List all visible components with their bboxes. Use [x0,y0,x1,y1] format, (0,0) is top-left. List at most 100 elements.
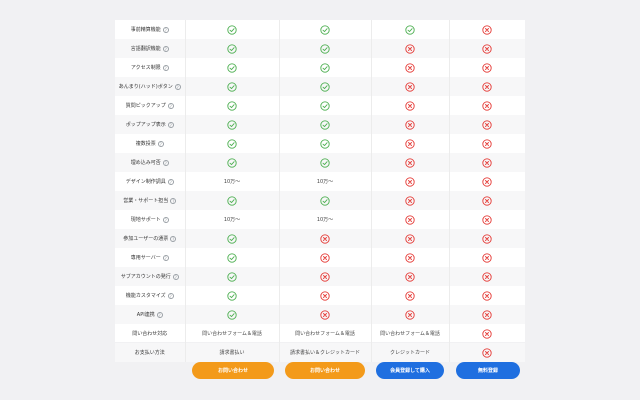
plan-cell [279,286,372,305]
free-signup-button[interactable]: 無料登録 [456,362,520,379]
feature-cell: アクセス制限? [115,58,186,77]
check-icon [227,119,237,130]
check-icon [227,271,237,282]
plan-cell: 10万〜 [279,210,372,229]
plan-cell [449,58,525,77]
check-icon [320,43,330,54]
feature-name: あんまり(ハッド)ボタン? [119,83,181,90]
table-row: 事前精算機能? [115,20,525,39]
cross-icon [482,138,492,149]
help-icon[interactable]: ? [157,140,164,147]
plan-cell [185,134,280,153]
feature-name: 埋め込み可否? [131,159,169,166]
contact-button[interactable]: お問い合わせ [192,362,274,379]
plan-cell [371,77,450,96]
help-icon[interactable]: ? [167,292,174,299]
feature-name: サブアカウントの発行? [121,273,179,280]
help-icon[interactable]: ? [170,235,177,242]
cross-icon [405,214,415,225]
cross-icon [405,271,415,282]
feature-label: API連携 [136,312,155,318]
plan-cell: 請求書払い [185,343,280,362]
plan-cell [371,267,450,286]
table-row: ポップアップ表示? [115,115,525,134]
cross-icon [482,24,492,35]
help-icon[interactable]: ? [167,121,174,128]
plan-cell-text: 問い合わせフォーム＆電話 [295,331,355,337]
check-icon [320,62,330,73]
plan-cell [449,267,525,286]
cross-icon [405,233,415,244]
check-icon [320,24,330,35]
feature-label: アクセス制限 [130,65,161,71]
check-icon [320,81,330,92]
help-icon[interactable]: ? [162,216,169,223]
check-icon [227,100,237,111]
help-icon[interactable]: ? [170,197,177,204]
plan-cell [449,153,525,172]
cross-icon [482,100,492,111]
feature-label: 複数投票 [135,141,156,147]
help-icon[interactable]: ? [172,273,179,280]
check-icon [405,24,415,35]
cross-icon [482,62,492,73]
register-and-buy-button[interactable]: 会員登録して購入 [376,362,444,379]
table-row: 参加ユーザーの通票? [115,229,525,248]
help-icon[interactable]: ? [162,26,169,33]
cross-icon [320,290,330,301]
cross-icon [482,328,492,339]
help-icon[interactable]: ? [156,311,163,318]
table-row: 問い合わせ対応 問い合わせフォーム＆電話 問い合わせフォーム＆電話 問い合わせフォーム… [115,324,525,343]
feature-cell: 現地サポート? [115,210,186,229]
plan-cell [449,20,525,39]
feature-label: お支払い方法 [134,350,165,356]
feature-name: アクセス制限? [131,64,169,71]
plan-cell [279,39,372,58]
feature-label: 言語翻訳機能 [130,46,161,52]
plan-cell [449,248,525,267]
feature-cell: デザイン制作調具? [115,172,186,191]
plan-cell [185,229,280,248]
cross-icon [482,290,492,301]
plan-cell [185,248,280,267]
cross-icon [482,252,492,263]
plan-cell-text: 請求書払い＆クレジットカード [289,350,360,356]
feature-name: ポップアップ表示? [126,121,174,128]
help-icon[interactable]: ? [162,64,169,71]
help-icon[interactable]: ? [174,83,181,90]
feature-label: 機能カスタマイズ [125,293,166,299]
cross-icon [405,100,415,111]
help-icon[interactable]: ? [162,254,169,261]
help-icon[interactable]: ? [162,159,169,166]
feature-cell: 機能カスタマイズ? [115,286,186,305]
feature-label: 問い合わせ対応 [132,331,168,337]
feature-cell: 営業・サポート担当? [115,191,186,210]
plan-cell [371,210,450,229]
cross-icon [405,119,415,130]
plan-cell [279,153,372,172]
cross-icon [482,119,492,130]
check-icon [227,290,237,301]
check-icon [227,252,237,263]
cross-icon [405,176,415,187]
plan-cell [185,96,280,115]
contact-button[interactable]: お問い合わせ [285,362,365,379]
plan-cell [279,267,372,286]
help-icon[interactable]: ? [162,45,169,52]
feature-label: 営業・サポート担当 [123,198,169,204]
plan-cell-text: 10万〜 [316,179,334,185]
help-icon[interactable]: ? [167,178,174,185]
cross-icon [405,81,415,92]
cross-icon [405,290,415,301]
plan-cell: 請求書払い＆クレジットカード [279,343,372,362]
plan-cell [279,248,372,267]
feature-cell: あんまり(ハッド)ボタン? [115,77,186,96]
feature-name: デザイン制作調具? [126,178,174,185]
plan-cell [371,20,450,39]
plan-cell [449,191,525,210]
feature-cell: 専用サーバー? [115,248,186,267]
plan-cell [279,96,372,115]
cross-icon [320,252,330,263]
help-icon[interactable]: ? [167,102,174,109]
feature-label: デザイン制作調具 [125,179,166,185]
